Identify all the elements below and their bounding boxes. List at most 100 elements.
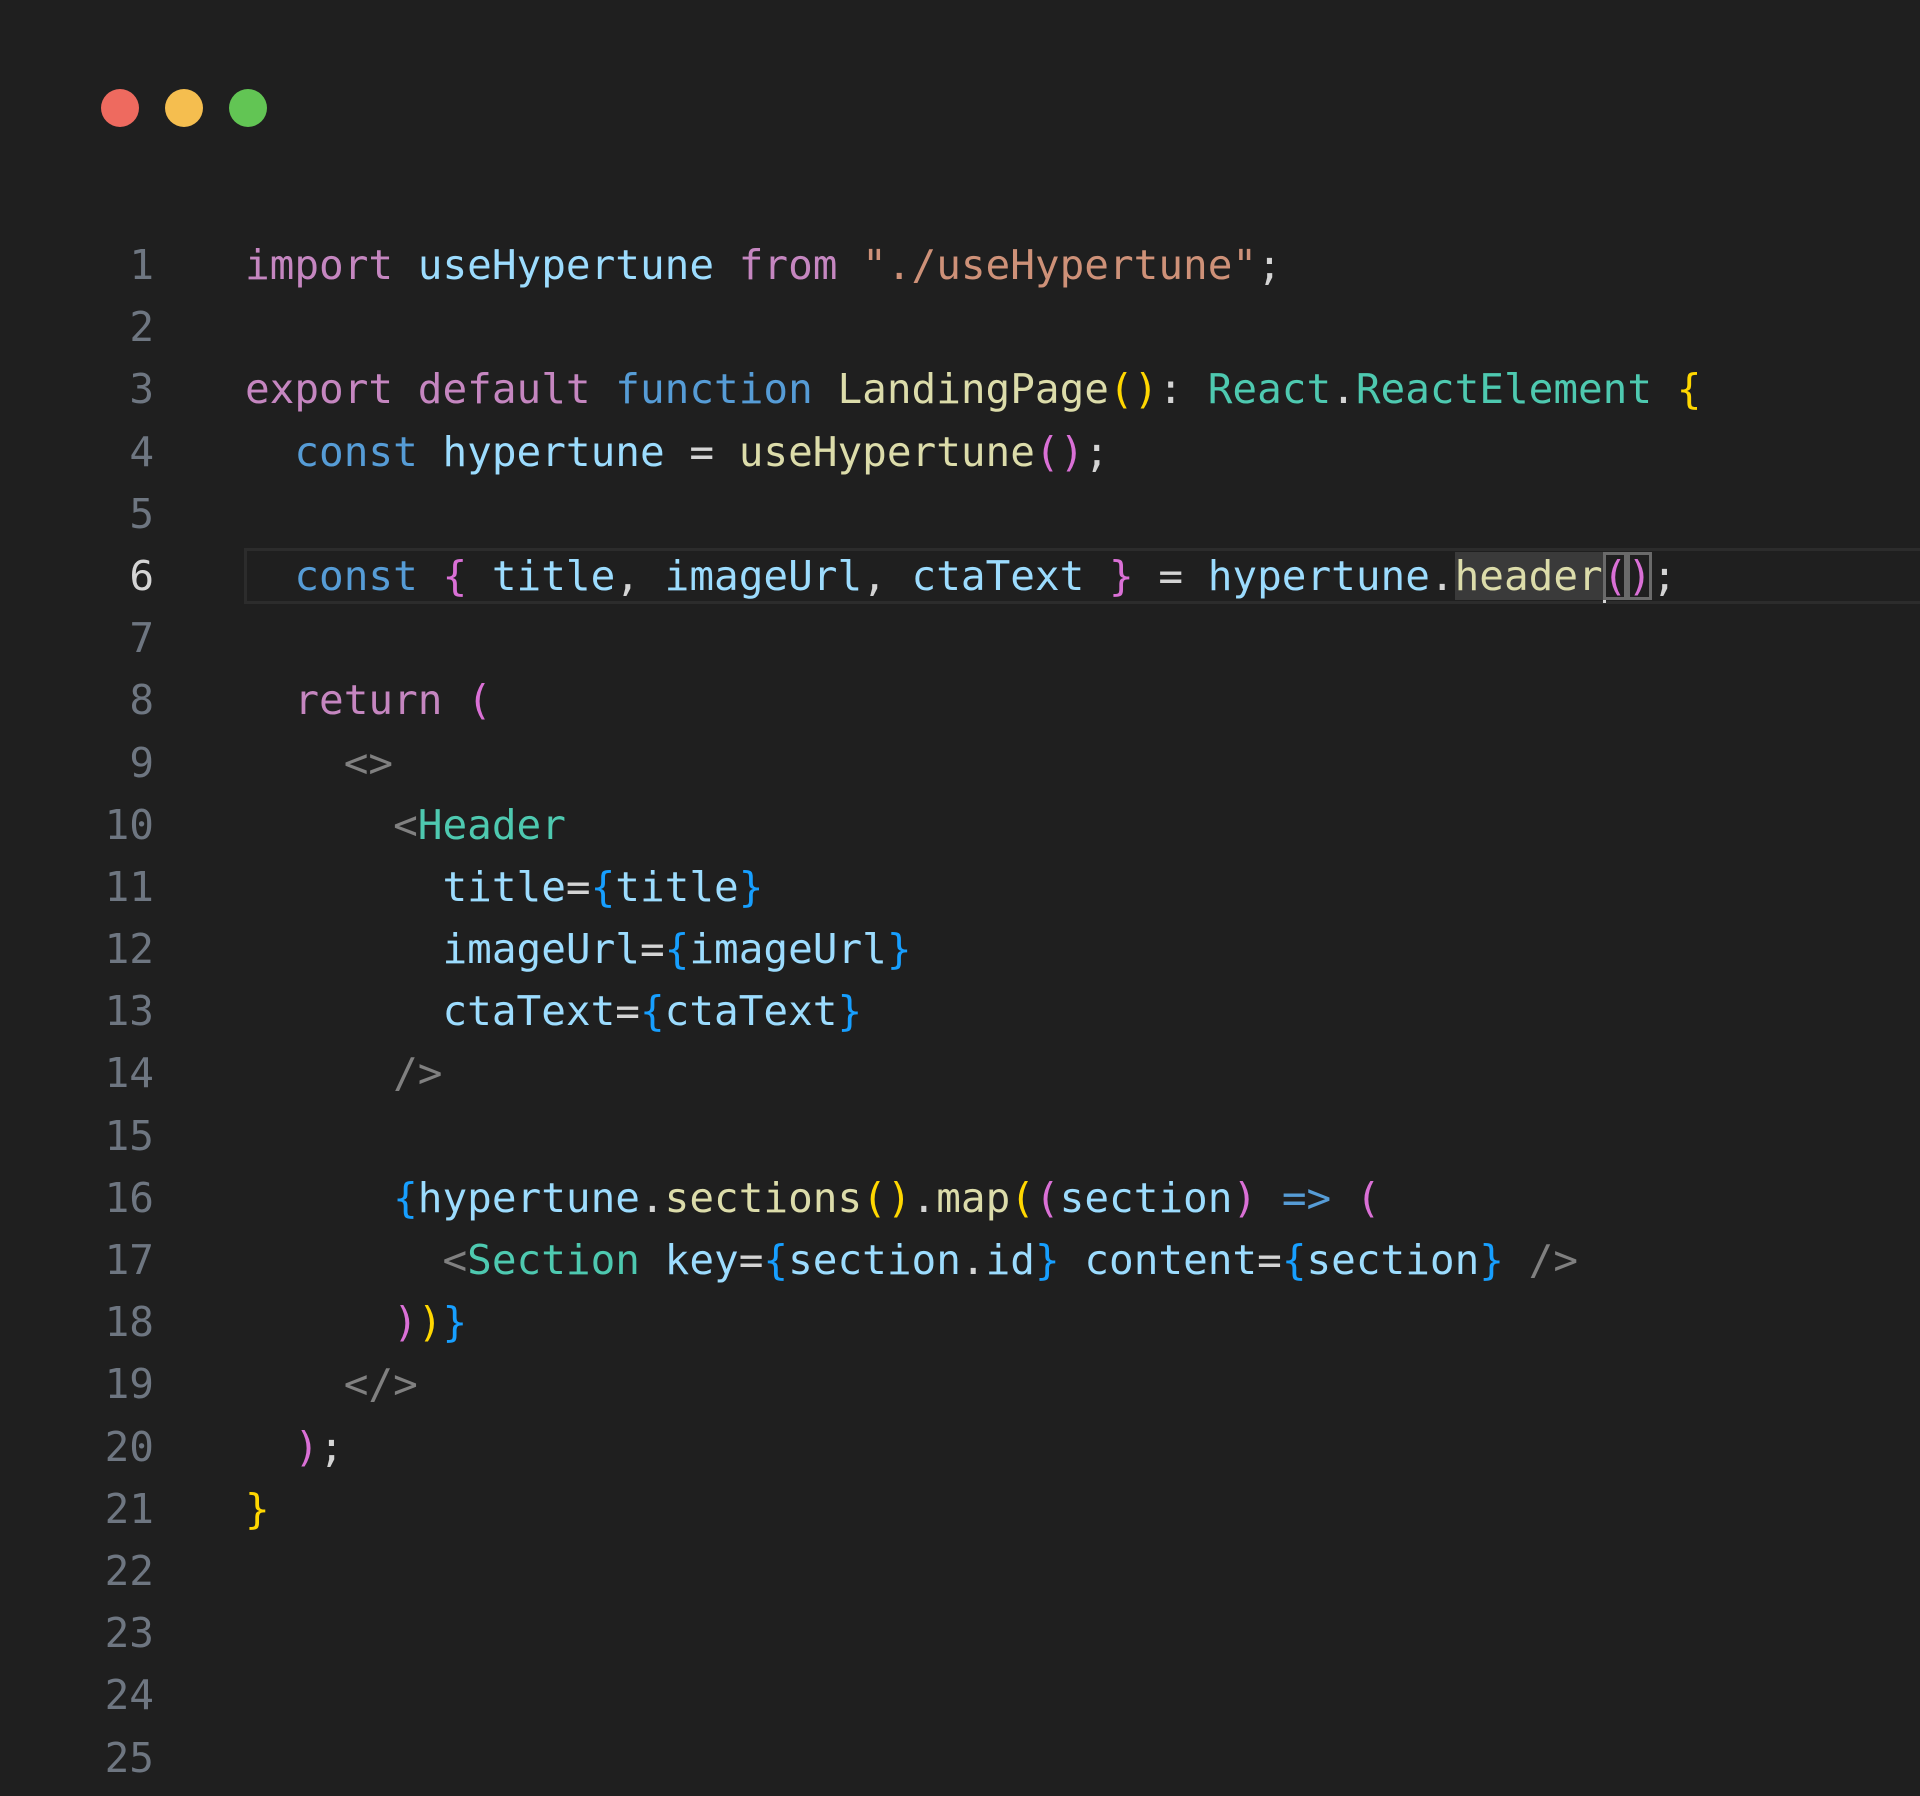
code-line[interactable]: 7 <box>0 607 1920 669</box>
code-token: () <box>1108 365 1159 414</box>
code-token: { <box>1281 1236 1307 1284</box>
code-token: hypertune <box>417 1173 640 1222</box>
code-token: ctaText <box>911 551 1085 600</box>
code-token: useHypertune <box>738 427 1035 476</box>
code-line[interactable]: 23 <box>0 1602 1920 1664</box>
code-line[interactable]: 3 export default function LandingPage(): … <box>0 358 1920 420</box>
code-token: } <box>886 925 912 974</box>
code-token: "./useHypertune" <box>862 241 1258 289</box>
code-line[interactable]: 22 <box>0 1540 1920 1602</box>
code-line[interactable]: 19 </> <box>0 1353 1920 1415</box>
code-token: /> <box>393 1049 443 1098</box>
line-number: 23 <box>104 1609 154 1658</box>
code-text: ); <box>245 1416 344 1478</box>
code-token: ; <box>319 1422 344 1471</box>
code-line[interactable]: 18 ))} <box>0 1291 1920 1353</box>
code-token: section <box>1306 1236 1480 1284</box>
line-number: 18 <box>104 1298 154 1347</box>
code-text: ctaText={ctaText} <box>245 980 862 1042</box>
line-number: 5 <box>129 489 154 538</box>
line-number: 12 <box>104 925 154 974</box>
code-editor[interactable]: 1 import useHypertune from "./useHypertun… <box>0 234 1920 1789</box>
code-line[interactable]: 24 <box>0 1664 1920 1726</box>
code-line[interactable]: 13 ctaText={ctaText} <box>0 980 1920 1042</box>
code-token: section <box>788 1236 961 1284</box>
code-token: ( <box>1010 1173 1035 1222</box>
line-number: 16 <box>104 1173 154 1222</box>
code-line[interactable]: 14 /> <box>0 1042 1920 1104</box>
code-token: } <box>1479 1236 1504 1284</box>
code-line[interactable]: 16 {hypertune.sections().map((section) =… <box>0 1167 1920 1229</box>
code-token: = <box>639 925 665 974</box>
code-token: ( <box>467 676 492 725</box>
minimize-window-button[interactable] <box>165 89 203 127</box>
line-number: 7 <box>129 614 154 663</box>
code-text: </> <box>245 1353 418 1415</box>
code-token: LandingPage <box>837 365 1109 414</box>
code-line[interactable]: 11 title={title} <box>0 856 1920 918</box>
code-token: , <box>615 551 665 600</box>
code-line[interactable]: 6 const { title, imageUrl, ctaText } = h… <box>0 545 1920 607</box>
code-line[interactable]: 15 <box>0 1105 1920 1167</box>
code-token: < <box>442 1236 468 1284</box>
line-number: 25 <box>104 1733 154 1782</box>
code-text: export default function LandingPage(): R… <box>245 358 1701 420</box>
code-line[interactable]: 8 return ( <box>0 669 1920 731</box>
code-token: { <box>664 925 690 974</box>
code-text: imageUrl={imageUrl} <box>245 918 912 980</box>
code-token: section <box>1059 1173 1233 1222</box>
code-token: const <box>294 427 418 476</box>
code-token: id <box>985 1236 1035 1284</box>
close-window-button[interactable] <box>101 89 139 127</box>
code-token: hypertune <box>1207 551 1430 600</box>
code-token: from <box>738 241 838 289</box>
code-token: map <box>936 1173 1011 1222</box>
line-number: 19 <box>104 1360 154 1409</box>
code-line[interactable]: 20 ); <box>0 1416 1920 1478</box>
code-line[interactable]: 9 <> <box>0 732 1920 794</box>
code-token: const <box>294 551 418 600</box>
code-token: } <box>1109 551 1134 600</box>
code-text: <Header <box>245 794 566 856</box>
code-line[interactable]: 17 <Section key={section.id} content={se… <box>0 1229 1920 1291</box>
code-token: Section <box>467 1236 640 1284</box>
code-token: = <box>615 987 640 1036</box>
code-token: ) <box>417 1298 443 1347</box>
code-token: ) <box>393 1298 418 1347</box>
code-line[interactable]: 1 import useHypertune from "./useHypertun… <box>0 234 1920 296</box>
code-line[interactable]: 21} <box>0 1478 1920 1540</box>
code-token: imageUrl <box>442 925 640 974</box>
code-line[interactable]: 4 const hypertune = useHypertune(); <box>0 421 1920 483</box>
code-line[interactable]: 25 <box>0 1727 1920 1789</box>
code-line[interactable]: 5 <box>0 483 1920 545</box>
code-text: const { title, imageUrl, ctaText } = hyp… <box>245 545 1677 607</box>
code-token: = <box>664 427 739 476</box>
code-text: } <box>245 1478 270 1540</box>
code-line[interactable]: 10 <Header <box>0 794 1920 856</box>
code-token: header <box>1454 551 1603 600</box>
maximize-window-button[interactable] <box>229 89 267 127</box>
code-token: title <box>442 862 566 911</box>
code-token: ctaText <box>664 987 838 1036</box>
code-text: /> <box>245 1042 442 1104</box>
code-line[interactable]: 12 imageUrl={imageUrl} <box>0 918 1920 980</box>
code-token: Header <box>417 800 566 849</box>
code-line[interactable]: 2 <box>0 296 1920 358</box>
code-token: </> <box>343 1360 418 1409</box>
code-token: } <box>442 1298 468 1347</box>
window-controls <box>101 89 267 127</box>
line-number: 8 <box>129 676 154 725</box>
code-text: ))} <box>245 1291 467 1353</box>
